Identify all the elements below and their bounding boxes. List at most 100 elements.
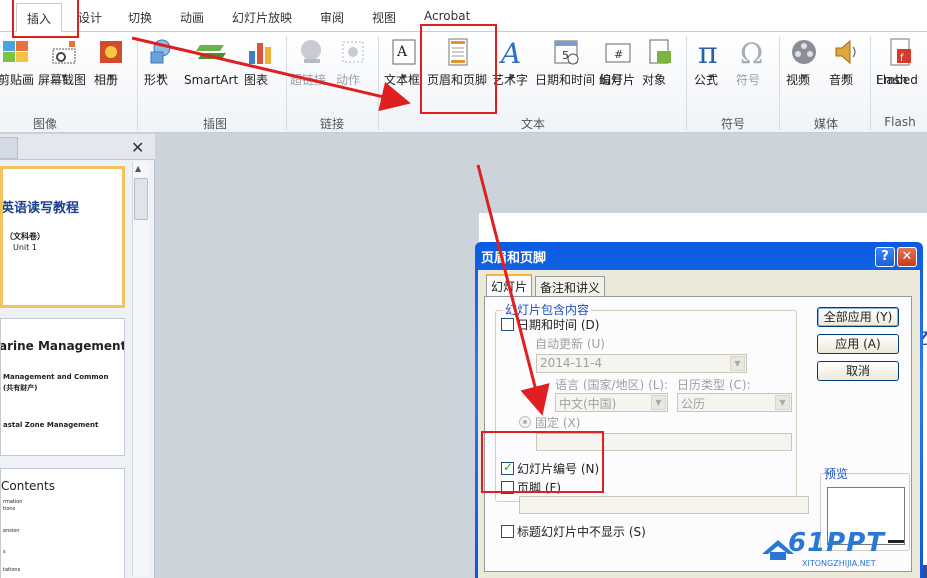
symbol-icon: Ω — [737, 36, 769, 68]
site-watermark: 61PPT XITONGZHIJIA.NET — [760, 528, 927, 578]
svg-text:Ω: Ω — [740, 37, 763, 67]
chart-button[interactable]: 图表 — [244, 36, 278, 87]
action-icon — [337, 36, 369, 68]
video-icon — [788, 36, 820, 68]
apply-all-button[interactable]: 全部应用 (Y) — [817, 307, 899, 327]
tab-design[interactable]: 设计 — [78, 9, 102, 26]
group-divider — [779, 36, 780, 130]
annotation-slide-number-box — [481, 431, 604, 493]
smartart-icon — [196, 36, 228, 68]
datetime-icon: 5 — [550, 36, 582, 68]
group-divider — [378, 36, 379, 130]
video-button[interactable]: 视频 ▼ — [786, 36, 822, 87]
group-label-flash: Flash — [884, 115, 916, 129]
pane-header: ✕ — [0, 134, 155, 160]
group-divider — [870, 36, 871, 130]
audio-button[interactable]: 音频 ▼ — [829, 36, 863, 87]
wordart-icon: A — [496, 36, 528, 68]
audio-icon — [830, 36, 862, 68]
object-icon — [644, 36, 676, 68]
group-divider — [137, 36, 138, 130]
tab-slideshow[interactable]: 幻灯片放映 — [232, 9, 292, 26]
slide-thumbnail-pane: ✕ 英语读写教程 （文科卷） Unit 1 arine Management M… — [0, 134, 155, 578]
svg-text:A: A — [396, 44, 408, 60]
fixed-label: 固定 (X) — [535, 416, 581, 430]
pane-tab-slides[interactable] — [0, 137, 18, 159]
preview-label: 预览 — [824, 467, 849, 481]
scroll-up-arrow-icon[interactable]: ▲ — [135, 164, 141, 173]
album-icon — [95, 36, 127, 68]
chevron-down-icon: ▼ — [730, 356, 745, 371]
date-format-select[interactable]: 2014-11-4 ▼ — [536, 354, 747, 373]
clipart-button[interactable]: 剪贴画 — [0, 36, 34, 87]
group-label-text: 文本 — [520, 117, 545, 131]
tab-review[interactable]: 审阅 — [320, 9, 344, 26]
textbox-button[interactable]: A 文本框 ▼ — [384, 36, 424, 87]
flash-icon: f — [884, 36, 916, 68]
slide-number-button[interactable]: # 幻灯片 编号 — [599, 36, 637, 87]
slide-thumbnail-1[interactable]: 英语读写教程 （文科卷） Unit 1 — [0, 166, 125, 308]
language-select[interactable]: 中文(中国) ▼ — [555, 393, 668, 412]
action-button[interactable]: 动作 — [336, 36, 370, 87]
datetime-button[interactable]: 5 日期和时间 — [535, 36, 597, 87]
group-label-image: 图像 — [32, 117, 57, 131]
tab-view[interactable]: 视图 — [372, 9, 396, 26]
equation-icon: π — [695, 36, 727, 68]
equation-button[interactable]: π 公式 ▼ — [694, 36, 728, 87]
tab-animations[interactable]: 动画 — [180, 9, 204, 26]
group-label-media: 媒体 — [813, 117, 838, 131]
svg-text:A: A — [498, 37, 521, 67]
tab-transitions[interactable]: 切换 — [128, 9, 152, 26]
cancel-button[interactable]: 取消 — [817, 361, 899, 381]
datetime-label: 日期和时间 (D) — [517, 318, 600, 332]
embed-flash-button[interactable]: f Embed Flash — [876, 36, 924, 87]
shapes-button[interactable]: 形状 ▼ — [144, 36, 178, 87]
svg-text:#: # — [614, 48, 623, 61]
language-label: 语言 (国家/地区) (L): — [555, 378, 669, 392]
object-button[interactable]: 对象 — [642, 36, 678, 87]
calendar-type-select[interactable]: 公历 ▼ — [677, 393, 792, 412]
annotation-insert-tab-box — [12, 0, 79, 38]
tab-acrobat[interactable]: Acrobat — [424, 9, 470, 23]
auto-update-label: 自动更新 (U) — [535, 337, 605, 351]
chevron-down-icon: ▼ — [651, 395, 666, 410]
svg-text:f: f — [900, 53, 904, 64]
group-label-illustrations: 插图 — [202, 117, 227, 131]
help-button[interactable]: ? — [875, 247, 895, 267]
footer-text-input[interactable] — [519, 496, 809, 514]
tab-slide[interactable]: 幻灯片 — [486, 274, 533, 297]
smartart-button[interactable]: SmartArt — [184, 36, 240, 87]
hide-on-title-slide-checkbox[interactable] — [501, 525, 514, 538]
symbol-button[interactable]: Ω 符号 — [736, 36, 770, 87]
album-button[interactable]: 相册 ▼ — [94, 36, 128, 87]
chart-icon — [245, 36, 277, 68]
clipart-icon — [0, 36, 32, 68]
dialog-title: 页眉和页脚 — [481, 251, 547, 266]
calendar-type-label: 日历类型 (C): — [677, 378, 751, 392]
slide-number-icon: # — [602, 36, 634, 68]
tab-notes-handouts[interactable]: 备注和讲义 — [535, 276, 606, 296]
wordart-button[interactable]: A 艺术字 ▼ — [492, 36, 532, 87]
fixed-radio[interactable] — [519, 416, 531, 428]
group-label-links: 链接 — [319, 117, 344, 131]
shapes-icon — [145, 36, 177, 68]
slide-thumbnail-2[interactable]: arine Management Management and Common (… — [0, 318, 125, 456]
group-label-symbols: 符号 — [720, 117, 745, 131]
annotation-header-footer-box — [420, 24, 497, 114]
svg-text:π: π — [698, 37, 718, 67]
chevron-down-icon: ▼ — [775, 395, 790, 410]
apply-button[interactable]: 应用 (A) — [817, 334, 899, 354]
group-divider — [686, 36, 687, 130]
pane-scrollbar[interactable]: ▲ — [132, 162, 149, 576]
datetime-checkbox[interactable] — [501, 318, 514, 331]
textbox-icon: A — [388, 36, 420, 68]
screenshot-icon — [48, 36, 80, 68]
group-divider — [286, 36, 287, 130]
slide-thumbnail-3[interactable]: Contents rmation tions ension s tations — [0, 468, 125, 578]
close-icon[interactable]: ✕ — [131, 138, 144, 157]
scroll-thumb[interactable] — [134, 178, 148, 220]
dialog-close-button[interactable]: ✕ — [897, 247, 917, 267]
hide-on-title-slide-label: 标题幻灯片中不显示 (S) — [517, 525, 646, 539]
screenshot-button[interactable]: 屏幕截图 ▼ — [38, 36, 90, 87]
hyperlink-button[interactable]: 超链接 — [290, 36, 332, 87]
